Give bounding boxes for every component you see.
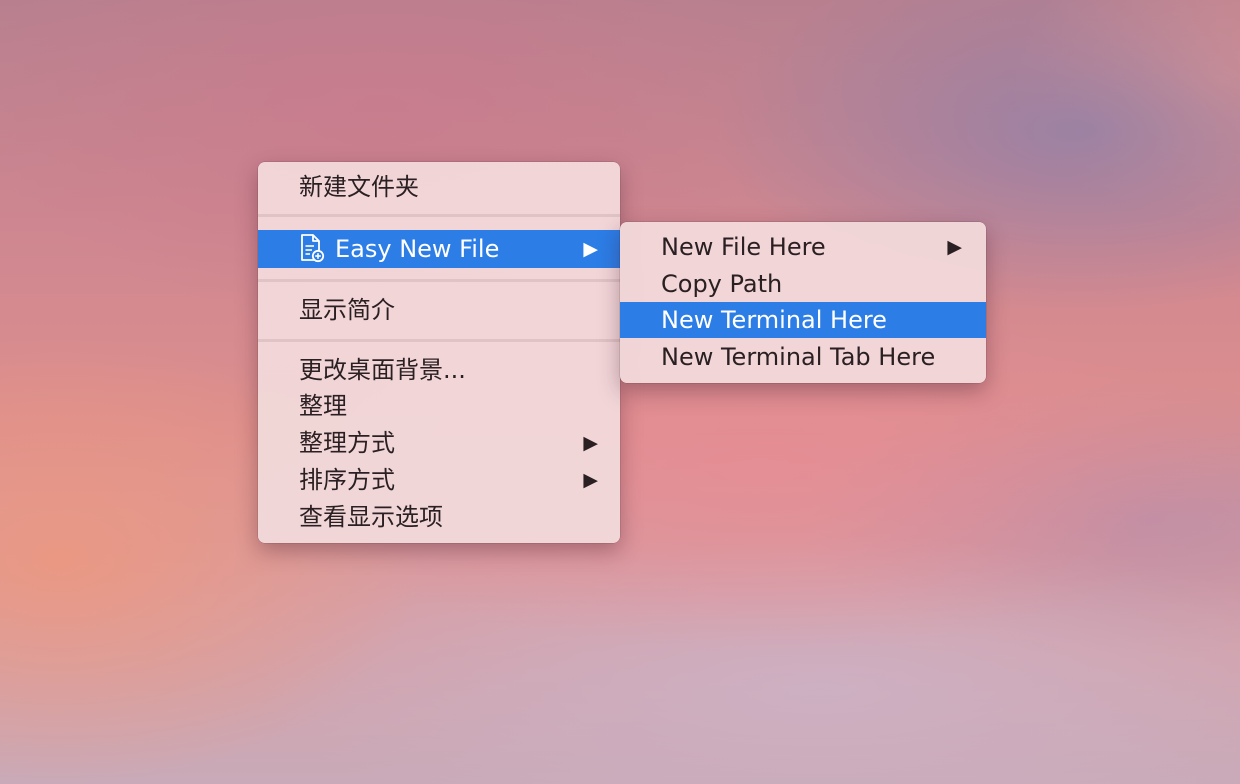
new-file-icon (301, 234, 325, 263)
menu-item-new-folder[interactable]: 新建文件夹 (258, 169, 620, 205)
menu-item-sort-by[interactable]: 排序方式 ▶ (258, 462, 620, 498)
menu-item-change-desktop-background[interactable]: 更改桌面背景... (258, 352, 620, 388)
menu-separator (258, 279, 620, 282)
menu-item-label: 新建文件夹 (299, 173, 419, 201)
menu-item-easy-new-file[interactable]: Easy New File ▶ (258, 230, 620, 268)
menu-item-label: Easy New File (335, 235, 500, 263)
submenu-arrow-icon: ▶ (583, 432, 598, 454)
menu-separator (258, 339, 620, 342)
menu-separator (258, 214, 620, 217)
submenu-item-new-file-here[interactable]: New File Here ▶ (620, 229, 986, 265)
submenu-arrow-icon: ▶ (947, 236, 962, 258)
menu-item-label: 显示简介 (299, 296, 395, 324)
menu-item-label: New Terminal Here (661, 306, 887, 334)
menu-item-label: 查看显示选项 (299, 503, 443, 531)
submenu-arrow-icon: ▶ (583, 238, 598, 260)
menu-item-label: 整理方式 (299, 429, 395, 457)
menu-item-label: New File Here (661, 233, 826, 261)
menu-item-label: 排序方式 (299, 466, 395, 494)
submenu-item-new-terminal-here[interactable]: New Terminal Here (620, 302, 986, 338)
desktop-context-menu: 新建文件夹 Easy New File ▶ 显示简介 更改桌面背景... 整理 … (258, 162, 620, 543)
menu-item-label: Copy Path (661, 270, 783, 298)
menu-item-clean-up-by[interactable]: 整理方式 ▶ (258, 425, 620, 461)
submenu-item-new-terminal-tab-here[interactable]: New Terminal Tab Here (620, 339, 986, 375)
menu-item-label: 更改桌面背景... (299, 356, 466, 384)
easy-new-file-submenu: New File Here ▶ Copy Path New Terminal H… (620, 222, 986, 383)
submenu-arrow-icon: ▶ (583, 469, 598, 491)
submenu-item-copy-path[interactable]: Copy Path (620, 266, 986, 302)
menu-item-get-info[interactable]: 显示简介 (258, 292, 620, 328)
menu-item-clean-up[interactable]: 整理 (258, 388, 620, 424)
menu-item-show-view-options[interactable]: 查看显示选项 (258, 499, 620, 535)
menu-item-label: New Terminal Tab Here (661, 343, 936, 371)
menu-item-label: 整理 (299, 392, 347, 420)
